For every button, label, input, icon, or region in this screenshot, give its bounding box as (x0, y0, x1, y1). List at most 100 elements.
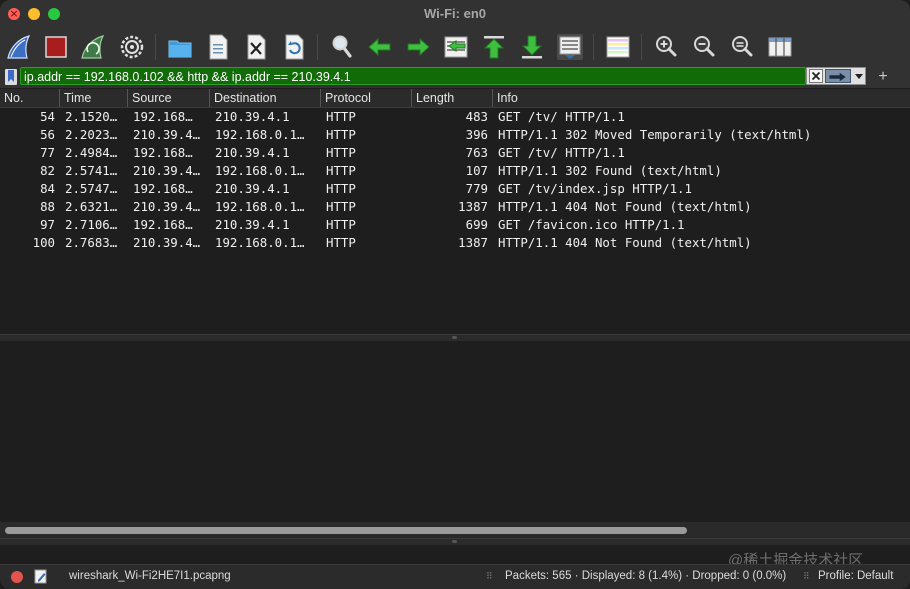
cell-source: 192.168… (133, 145, 193, 160)
reload-file-button[interactable] (279, 32, 309, 62)
find-packet-button[interactable] (327, 32, 357, 62)
cell-protocol: HTTP (326, 181, 356, 196)
toolbar-separator (641, 34, 642, 60)
close-file-button[interactable] (241, 32, 271, 62)
zoom-in-button[interactable] (651, 32, 681, 62)
table-row[interactable]: 88 2.6321… 210.39.4… 192.168.0.1… HTTP 1… (0, 198, 910, 216)
resize-columns-button[interactable] (765, 32, 795, 62)
column-header-destination[interactable]: Destination (209, 89, 320, 107)
cell-source: 210.39.4… (133, 235, 201, 250)
clear-filter-button[interactable] (809, 69, 823, 83)
cell-time: 2.7106… (65, 217, 118, 232)
column-header-time[interactable]: Time (59, 89, 127, 107)
arrow-up-icon (483, 36, 505, 59)
resize-columns-icon (768, 37, 792, 57)
autoscroll-icon (557, 34, 583, 60)
toolbar-separator (593, 34, 594, 60)
cell-destination: 210.39.4.1 (215, 145, 290, 160)
zoom-out-button[interactable] (689, 32, 719, 62)
table-row[interactable]: 56 2.2023… 210.39.4… 192.168.0.1… HTTP 3… (0, 126, 910, 144)
cell-no: 84 (40, 181, 55, 196)
packet-list: 54 2.1520… 192.168… 210.39.4.1 HTTP 483 … (0, 108, 910, 334)
configuration-profile[interactable]: Profile: Default (818, 570, 893, 582)
cell-protocol: HTTP (326, 145, 356, 160)
bookmark-icon (5, 69, 17, 85)
display-filter-input[interactable]: ip.addr == 192.168.0.102 && http && ip.a… (20, 67, 806, 85)
chevron-down-icon (855, 74, 863, 79)
cell-time: 2.6321… (65, 199, 118, 214)
cell-source: 210.39.4… (133, 163, 201, 178)
cell-no: 97 (40, 217, 55, 232)
column-header-no[interactable]: No. (0, 89, 59, 107)
zoom-out-icon (694, 36, 715, 57)
horizontal-scrollbar[interactable] (0, 522, 910, 538)
cell-protocol: HTTP (326, 163, 356, 178)
title-bar: × Wi-Fi: en0 (0, 0, 910, 28)
go-back-button[interactable] (365, 32, 395, 62)
arrow-down-icon (521, 35, 543, 59)
table-row[interactable]: 77 2.4984… 192.168… 210.39.4.1 HTTP 763 … (0, 144, 910, 162)
capture-options-button[interactable] (117, 32, 147, 62)
cell-info: HTTP/1.1 302 Moved Temporarily (text/htm… (498, 127, 812, 142)
cell-info: GET /tv/ HTTP/1.1 (498, 109, 625, 124)
cell-time: 2.5747… (65, 181, 118, 196)
add-filter-button[interactable]: + (874, 67, 892, 87)
cell-info: GET /tv/index.jsp HTTP/1.1 (498, 181, 692, 196)
autoscroll-button[interactable] (555, 32, 585, 62)
go-forward-button[interactable] (403, 32, 433, 62)
expert-info-indicator[interactable] (11, 571, 23, 583)
normal-size-button[interactable] (727, 32, 757, 62)
cell-protocol: HTTP (326, 199, 356, 214)
column-header-source[interactable]: Source (127, 89, 209, 107)
open-file-button[interactable] (165, 32, 195, 62)
last-packet-button[interactable] (517, 32, 547, 62)
save-file-button[interactable] (203, 32, 233, 62)
cell-time: 2.5741… (65, 163, 118, 178)
filter-buttons-group (806, 67, 866, 85)
cell-length: 779 (465, 181, 488, 196)
cell-destination: 210.39.4.1 (215, 109, 290, 124)
cell-length: 699 (465, 217, 488, 232)
packet-list-header: No. Time Source Destination Protocol Len… (0, 89, 910, 108)
status-splitter-handle[interactable]: ⠿ (486, 571, 493, 582)
filter-bookmark-button[interactable] (4, 68, 18, 86)
start-capture-button[interactable] (4, 32, 34, 62)
table-row[interactable]: 54 2.1520… 192.168… 210.39.4.1 HTTP 483 … (0, 108, 910, 126)
stop-capture-button[interactable] (41, 32, 71, 62)
table-row[interactable]: 82 2.5741… 210.39.4… 192.168.0.1… HTTP 1… (0, 162, 910, 180)
cell-time: 2.7683… (65, 235, 118, 250)
cell-no: 88 (40, 199, 55, 214)
go-to-packet-button[interactable] (441, 32, 471, 62)
cell-protocol: HTTP (326, 217, 356, 232)
first-packet-button[interactable] (479, 32, 509, 62)
colorize-button[interactable] (603, 32, 633, 62)
column-header-info[interactable]: Info (492, 89, 910, 107)
apply-filter-button[interactable] (825, 69, 851, 83)
column-header-length[interactable]: Length (411, 89, 492, 107)
table-row[interactable]: 84 2.5747… 192.168… 210.39.4.1 HTTP 779 … (0, 180, 910, 198)
cell-length: 483 (465, 109, 488, 124)
restart-capture-button[interactable] (78, 32, 108, 62)
cell-no: 56 (40, 127, 55, 142)
splitter-handle (452, 540, 457, 543)
scrollbar-thumb[interactable] (5, 527, 687, 534)
cell-no: 82 (40, 163, 55, 178)
capture-comment-button[interactable] (34, 569, 48, 584)
search-magnifier-icon (332, 35, 352, 58)
status-bar: wireshark_Wi-Fi2HE7I1.pcapng ⠿ Packets: … (0, 564, 910, 589)
column-header-protocol[interactable]: Protocol (320, 89, 411, 107)
cell-length: 1387 (458, 199, 488, 214)
folder-open-icon (168, 40, 192, 58)
table-row[interactable]: 97 2.7106… 192.168… 210.39.4.1 HTTP 699 … (0, 216, 910, 234)
zoom-reset-icon (732, 36, 753, 57)
stop-square-icon (45, 36, 67, 58)
status-splitter-handle[interactable]: ⠿ (803, 571, 810, 582)
table-row[interactable]: 100 2.7683… 210.39.4… 192.168.0.1… HTTP … (0, 234, 910, 252)
shark-fin-start-icon (7, 35, 31, 59)
arrow-right-apply-icon (829, 72, 846, 82)
filter-history-dropdown[interactable] (853, 69, 865, 83)
cell-info: HTTP/1.1 302 Found (text/html) (498, 163, 722, 178)
cell-time: 2.2023… (65, 127, 118, 142)
cell-destination: 192.168.0.1… (215, 127, 305, 142)
packet-details-pane[interactable] (0, 341, 910, 522)
